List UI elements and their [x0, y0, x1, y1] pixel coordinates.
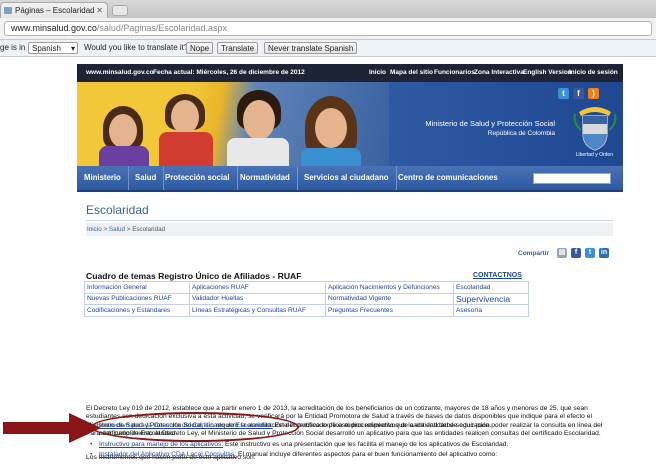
rss-icon[interactable]: ) — [588, 88, 599, 99]
new-tab-button[interactable] — [112, 5, 128, 16]
banner-photo — [77, 82, 389, 166]
language-value: Spanish — [32, 44, 61, 53]
item-description: Este instructivo es una presentación que… — [223, 441, 509, 448]
address-bar-area: www.minsalud.gov.co/salud/Paginas/Escola… — [0, 18, 656, 40]
toplink-login[interactable]: Inicio de sesión — [569, 69, 618, 76]
language-select[interactable]: Spanish ▾ — [28, 42, 78, 54]
list-item: • Instalador del Aplicativo CDA Local Con… — [90, 451, 619, 459]
toplink-funcionarios[interactable]: Funcionarios — [434, 69, 475, 76]
topic-link[interactable]: Aplicación Nacimientos y Defunciones — [325, 281, 454, 294]
breadcrumb-section[interactable]: Salud — [109, 226, 125, 233]
url-path: /salud/Paginas/Escolaridad.aspx — [96, 23, 227, 33]
toplink-english[interactable]: English Version — [523, 69, 572, 76]
site-domain: www.minsalud.gov.co — [86, 69, 154, 76]
annotation-ellipse — [91, 412, 299, 442]
annotation-arrow-icon — [3, 413, 101, 443]
toplink-inicio[interactable]: Inicio — [369, 69, 386, 76]
table-row: Nuevas Publicaciones RUAF Validador Huel… — [84, 292, 529, 305]
nav-normatividad[interactable]: Normatividad — [233, 166, 298, 190]
close-tab-icon[interactable]: ✕ — [96, 3, 103, 18]
nav-centro-comunicaciones[interactable]: Centro de comunicaciones — [391, 166, 505, 190]
nav-servicios[interactable]: Servicios al ciudadano — [297, 166, 397, 190]
toplink-zona[interactable]: Zona Interactiva — [474, 69, 524, 76]
translate-prefix: ge is in — [0, 43, 26, 52]
topics-table: Información General Aplicaciones RUAF Ap… — [84, 281, 529, 317]
breadcrumb: Inicio > Salud > Escolaridad — [86, 223, 613, 236]
nav-ministerio[interactable]: Ministerio — [77, 166, 129, 190]
page-title: Escolaridad — [86, 203, 149, 217]
topic-link[interactable]: Preguntas Frecuentes — [325, 304, 454, 317]
translate-bar: ge is in Spanish ▾ Would you like to tran… — [0, 40, 656, 57]
translate-button[interactable]: Translate — [217, 42, 259, 54]
nope-button[interactable]: Nope — [186, 42, 214, 54]
cuadro-title: Cuadro de temas Registro Único de Afilia… — [86, 271, 302, 281]
ministry-title: Ministerio de Salud y Protección Social — [425, 119, 555, 128]
site-search-input[interactable] — [533, 173, 611, 184]
bullet-icon: • — [90, 451, 93, 458]
translate-question: Would you like to translate it? — [84, 43, 189, 52]
topic-link[interactable]: Supervivencia — [453, 292, 529, 305]
tab-title: Páginas – Escolaridad — [15, 6, 95, 15]
topic-link[interactable]: Validador Huellas — [189, 292, 326, 305]
topic-link[interactable]: Información General — [84, 281, 190, 294]
instructivo-manejo-link[interactable]: Instructivo para manejo de los aplicativ… — [99, 441, 223, 448]
title-divider — [86, 220, 613, 221]
banner-ministry-area: t f ) Ministerio de Salud y Protección S… — [389, 82, 623, 166]
item-description: El manual incluye diferentes aspectos pa… — [236, 451, 498, 458]
never-translate-button[interactable]: Never translate Spanish — [264, 42, 358, 54]
topic-link[interactable]: Codificaciones y Estándares — [84, 304, 190, 317]
contactos-link[interactable]: CONTACTNOS — [473, 272, 522, 279]
share-facebook-icon[interactable]: f — [571, 248, 581, 258]
twitter-icon[interactable]: t — [558, 88, 569, 99]
breadcrumb-current: Escolaridad — [132, 226, 166, 233]
table-row: Información General Aplicaciones RUAF Ap… — [84, 281, 529, 294]
nav-proteccion-social[interactable]: Protección social — [158, 166, 238, 190]
instalador-link[interactable]: Instalador del Aplicativo CDA Local Cons… — [99, 451, 236, 458]
chevron-down-icon: ▾ — [70, 44, 75, 53]
republic-label: República de Colombia — [487, 130, 555, 137]
current-date: Fecha actual: Miércoles, 26 de diciembre… — [153, 69, 305, 76]
topic-link[interactable]: Aplicaciones RUAF — [189, 281, 326, 294]
facebook-icon[interactable]: f — [573, 88, 584, 99]
breadcrumb-sep: > — [101, 226, 109, 233]
print-icon[interactable]: ▤ — [557, 248, 567, 258]
header-banner: t f ) Ministerio de Salud y Protección S… — [77, 82, 623, 166]
topic-link[interactable]: Asesoría — [453, 304, 529, 317]
breadcrumb-home[interactable]: Inicio — [87, 226, 102, 233]
browser-tab-bar: Páginas – Escolaridad ✕ — [0, 0, 656, 18]
table-row: Codificaciones y Estándares Líneas Estra… — [84, 304, 529, 317]
address-input[interactable]: www.minsalud.gov.co/salud/Paginas/Escola… — [4, 21, 652, 36]
ministry-name: Ministerio de Salud y Protección Social … — [425, 119, 555, 139]
browser-tab[interactable]: Páginas – Escolaridad ✕ — [0, 2, 108, 18]
share-twitter-icon[interactable]: t — [585, 248, 595, 258]
toplink-mapa[interactable]: Mapa del sitio — [390, 69, 433, 76]
main-navigation: Ministerio Salud Protección social Norma… — [77, 166, 623, 192]
share-linkedin-icon[interactable]: in — [599, 248, 609, 258]
top-navigation: www.minsalud.gov.co Fecha actual: Miérco… — [77, 64, 623, 82]
list-item: • Instructivo para manejo de los aplicati… — [90, 441, 619, 449]
share-label: Compartir — [518, 250, 550, 257]
coat-of-arms-icon — [573, 107, 617, 151]
topic-link[interactable]: Nuevas Publicaciones RUAF — [84, 292, 190, 305]
topic-link[interactable]: Normatividad Vigente — [325, 292, 454, 305]
topic-link[interactable]: Escolaridad — [453, 281, 529, 294]
url-host: www.minsalud.gov.co — [11, 23, 97, 33]
motto: Libertad y Orden — [575, 152, 613, 158]
topic-link[interactable]: Líneas Estratégicas y Consultas RUAF — [189, 304, 326, 317]
favicon-icon — [4, 7, 12, 14]
